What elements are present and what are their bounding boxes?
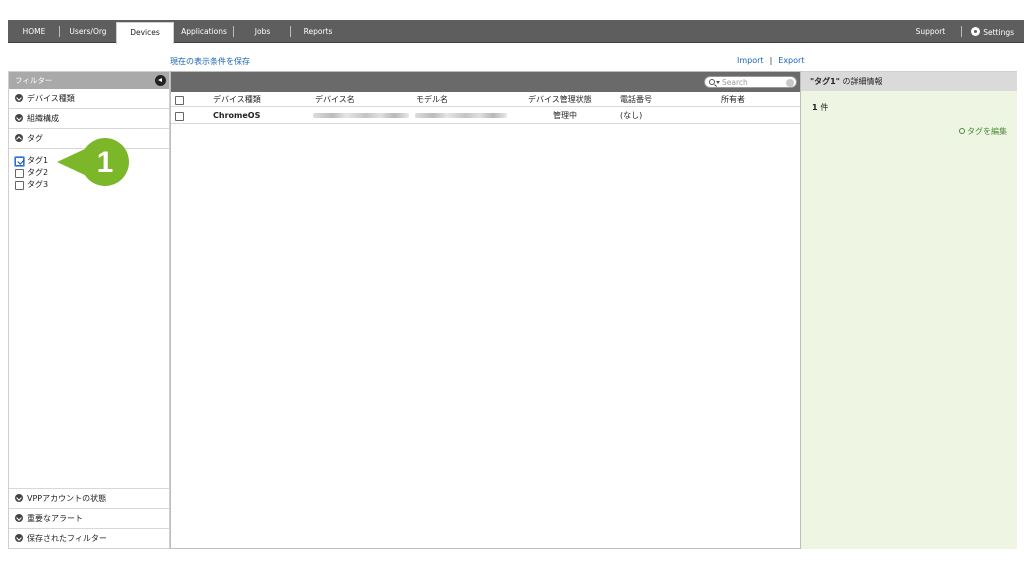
filter-section-alerts[interactable]: 重要なアラート [9,508,169,528]
filter-section-label: 組織構成 [27,114,59,123]
nav-applications[interactable]: Applications [174,20,234,43]
column-device-type[interactable]: デバイス種類 [213,92,261,107]
callout-number: 1 [97,146,114,179]
search-icon [709,79,715,85]
detail-header: "タグ1" の詳細情報 [801,72,1017,91]
nav-right: Support Settings [916,20,1014,43]
filter-section-label: VPPアカウントの状態 [27,494,107,503]
cell-model-name-redacted [415,107,507,124]
filter-header-label: フィルター [15,76,53,85]
filter-section-org[interactable]: 組織構成 [9,109,169,129]
table-header: デバイス種類 デバイス名 モデル名 デバイス管理状態 電話番号 所有者 [171,92,800,107]
chevron-down-icon [15,494,23,502]
callout-marker: 1 [57,138,129,186]
tag-checkbox[interactable] [15,180,24,190]
filter-section-saved[interactable]: 保存されたフィルター [9,528,169,548]
import-export-links: Import | Export [737,56,804,65]
column-model-name[interactable]: モデル名 [416,92,448,107]
device-count-number: 1 [812,103,818,112]
chevron-down-icon [15,514,23,522]
export-link[interactable]: Export [778,56,804,65]
table-toolbar: Search [171,72,800,92]
tag-label: タグ3 [27,180,49,189]
nav-users-org[interactable]: Users/Org [60,20,116,43]
device-table-panel: Search デバイス種類 デバイス名 モデル名 デバイス管理状態 電話番号 所… [170,71,801,549]
nav-support[interactable]: Support [916,27,946,36]
chevron-down-icon [15,534,23,542]
column-mgmt-status[interactable]: デバイス管理状態 [528,92,592,107]
column-device-name[interactable]: デバイス名 [315,92,355,107]
search-input[interactable]: Search [704,76,797,88]
tag-detail-panel: "タグ1" の詳細情報 1 件 タグを編集 [801,71,1017,549]
search-placeholder: Search [722,78,748,87]
cell-device-type: ChromeOS [213,111,261,120]
chevron-up-icon [15,134,23,142]
tag-label: タグ1 [27,156,49,165]
filter-section-label: タグ [27,134,43,143]
filter-bottom-sections: VPPアカウントの状態 重要なアラート 保存されたフィルター [9,488,169,548]
row-checkbox[interactable] [175,112,184,121]
plus-circle-icon [959,128,965,134]
cell-phone: (なし) [620,111,643,120]
nav-settings[interactable]: Settings [971,26,1014,37]
nav-home[interactable]: HOME [8,20,60,43]
collapse-icon[interactable] [155,75,166,86]
top-nav-bar: HOME Users/Org Devices Applications Jobs… [8,20,1024,44]
filter-section-label: デバイス種類 [27,94,75,103]
edit-tags-label: タグを編集 [967,127,1007,136]
link-separator: | [769,56,773,65]
main-nav: HOME Users/Org Devices Applications Jobs… [8,20,345,44]
select-all-checkbox[interactable] [175,96,184,105]
gear-icon [971,26,981,36]
device-count-unit: 件 [820,103,829,112]
detail-tag-name: "タグ1" [810,77,840,86]
tag-checkbox[interactable] [15,168,24,178]
filter-header: フィルター [9,72,169,89]
nav-devices[interactable]: Devices [116,22,174,44]
chevron-down-icon [15,114,23,122]
detail-title-suffix: の詳細情報 [842,77,883,86]
filter-section-label: 重要なアラート [27,514,83,523]
nav-reports[interactable]: Reports [291,20,345,43]
cell-device-name-redacted [313,107,409,124]
cell-mgmt-status: 管理中 [553,111,577,120]
nav-settings-label: Settings [983,27,1014,37]
edit-tags-button[interactable]: タグを編集 [959,126,1007,137]
device-count: 1 件 [812,102,828,113]
nav-divider [961,26,963,37]
filter-section-vpp[interactable]: VPPアカウントの状態 [9,488,169,508]
filter-section-device-type[interactable]: デバイス種類 [9,89,169,109]
tag-checkbox-checked[interactable] [15,156,24,166]
filter-section-label: 保存されたフィルター [27,534,107,543]
clear-search-icon[interactable] [786,78,794,87]
column-owner[interactable]: 所有者 [721,92,745,107]
tag-label: タグ2 [27,168,49,177]
import-link[interactable]: Import [737,56,764,65]
column-phone[interactable]: 電話番号 [620,92,652,107]
save-view-link[interactable]: 現在の表示条件を保存 [170,56,250,67]
chevron-down-icon [15,94,23,102]
dropdown-caret-icon[interactable] [716,81,720,84]
nav-jobs[interactable]: Jobs [234,20,291,43]
table-row[interactable]: ChromeOS 管理中 (なし) [171,107,800,124]
